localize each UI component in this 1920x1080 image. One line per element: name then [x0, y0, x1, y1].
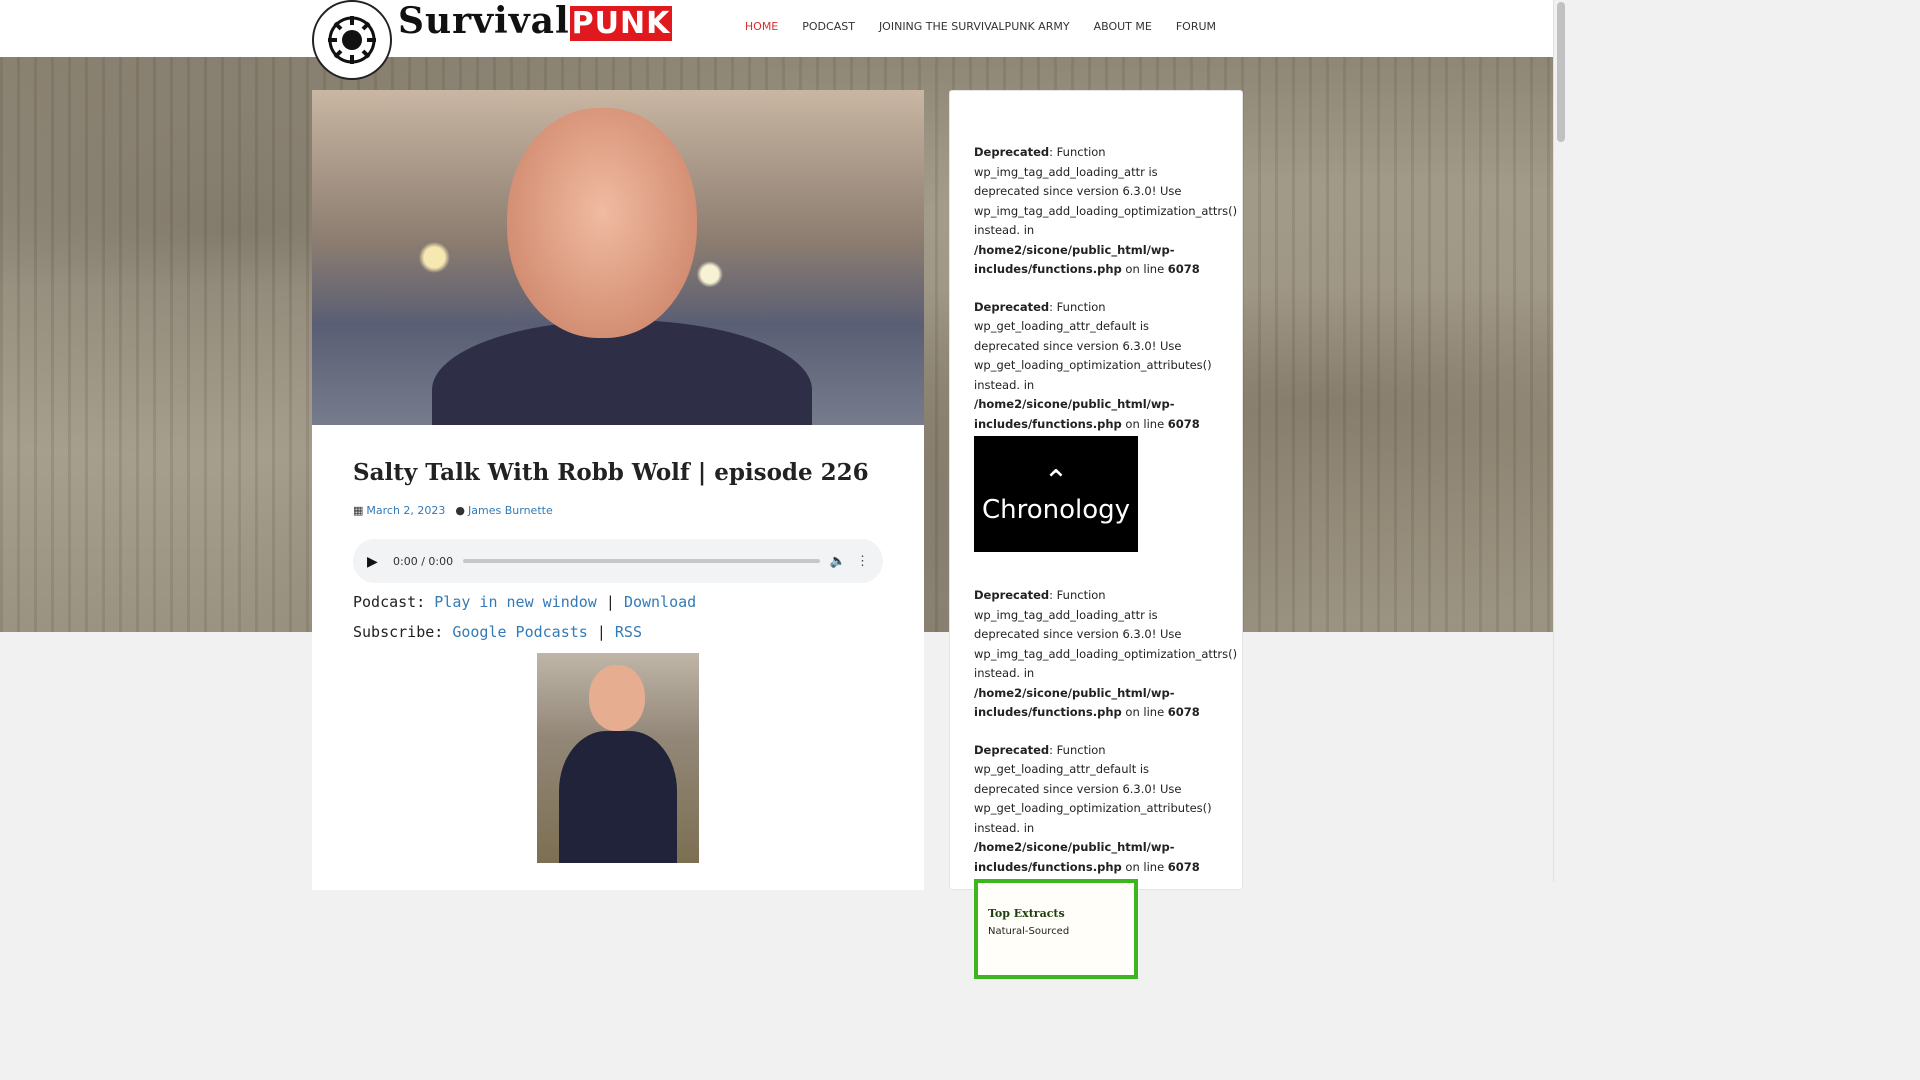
- notice-line: 6078: [1167, 705, 1200, 719]
- site-header: SurvivalPUNK HOME PODCAST JOINING THE SU…: [0, 0, 1554, 80]
- notice-online: on line: [1121, 262, 1168, 276]
- post-author[interactable]: ● James Burnette: [455, 504, 552, 517]
- podcast-links: Podcast: Play in new window | Download: [353, 593, 883, 611]
- featured-image[interactable]: [312, 90, 924, 425]
- sidebar: Deprecated: Function wp_img_tag_add_load…: [949, 90, 1243, 979]
- main-nav: HOME PODCAST JOINING THE SURVIVALPUNK AR…: [745, 20, 1216, 33]
- notice-label: Deprecated: [974, 145, 1050, 159]
- page-scrollbar[interactable]: [1553, 0, 1568, 882]
- logo-text-punk: PUNK: [569, 6, 673, 41]
- post-body: Salty Talk With Robb Wolf | episode 226 …: [312, 425, 924, 863]
- post-meta: ▦ March 2, 2023 ● James Burnette: [353, 504, 883, 517]
- notice-label: Deprecated: [974, 742, 1050, 757]
- deprecation-notice: Deprecated: Function wp_get_loading_attr…: [974, 741, 1218, 878]
- subscribe-links: Subscribe: Google Podcasts | RSS: [353, 623, 883, 641]
- play-icon[interactable]: ▶: [367, 553, 383, 570]
- podcast-label: Podcast:: [353, 593, 426, 611]
- logo-text-survival: Survival: [398, 0, 570, 42]
- nav-home[interactable]: HOME: [745, 20, 778, 33]
- audio-time: 0:00 / 0:00: [393, 554, 454, 568]
- audio-progress-track[interactable]: [463, 559, 820, 563]
- nav-forum[interactable]: FORUM: [1176, 20, 1216, 33]
- subscribe-label: Subscribe:: [353, 623, 444, 641]
- notice-online: on line: [1121, 859, 1168, 874]
- notice-line: 6078: [1167, 416, 1200, 431]
- podcast-separator: |: [605, 593, 615, 611]
- post-title[interactable]: Salty Talk With Robb Wolf | episode 226: [353, 459, 883, 486]
- scrollbar-thumb[interactable]: [1557, 2, 1565, 142]
- post-card: Salty Talk With Robb Wolf | episode 226 …: [312, 90, 924, 890]
- volume-icon[interactable]: 🔈: [830, 553, 846, 569]
- deprecation-notice: Deprecated: Function wp_get_loading_attr…: [974, 298, 1218, 435]
- google-podcasts-link[interactable]: Google Podcasts: [452, 623, 587, 641]
- deprecation-notice: Deprecated: Function wp_img_tag_add_load…: [974, 586, 1237, 723]
- inline-photo-body: [559, 731, 677, 863]
- site-logo[interactable]: SurvivalPUNK: [312, 0, 673, 80]
- more-options-icon[interactable]: ⋮: [856, 553, 869, 569]
- rss-link[interactable]: RSS: [615, 623, 642, 641]
- chronology-ad-text: Chronology: [981, 495, 1131, 525]
- post-date[interactable]: ▦ March 2, 2023: [353, 504, 445, 517]
- notice-online: on line: [1121, 705, 1168, 719]
- subscribe-separator: |: [596, 623, 606, 641]
- logo-emblem-icon: [312, 0, 392, 80]
- featured-image-face: [507, 108, 697, 338]
- inline-photo-head: [589, 665, 645, 731]
- chronology-ad[interactable]: ⌃ Chronology: [974, 436, 1138, 552]
- deprecation-notice: Deprecated: Function wp_img_tag_add_load…: [974, 143, 1237, 280]
- top-extracts-subtitle: Natural-Sourced: [988, 926, 1070, 937]
- notice-line: 6078: [1167, 859, 1200, 874]
- inline-guest-photo: [537, 653, 699, 863]
- chronology-logo-icon: ⌃: [1043, 465, 1069, 498]
- nav-joining-army[interactable]: JOINING THE SURVIVALPUNK ARMY: [879, 20, 1070, 33]
- post-date-text: March 2, 2023: [366, 504, 446, 517]
- notice-line: 6078: [1167, 262, 1200, 276]
- nav-podcast[interactable]: PODCAST: [802, 20, 855, 33]
- calendar-icon: ▦: [353, 504, 364, 517]
- notice-online: on line: [1121, 416, 1168, 431]
- logo-wordmark: SurvivalPUNK: [398, 0, 673, 42]
- top-extracts-brand: Top Extracts: [988, 907, 1065, 920]
- audio-player: ▶ 0:00 / 0:00 🔈 ⋮: [353, 539, 883, 583]
- nav-about-me[interactable]: ABOUT ME: [1094, 20, 1152, 33]
- post-author-text: James Burnette: [468, 504, 553, 517]
- play-new-window-link[interactable]: Play in new window: [434, 593, 597, 611]
- user-icon: ●: [455, 504, 466, 517]
- notice-label: Deprecated: [974, 588, 1050, 602]
- top-extracts-ad[interactable]: Top Extracts Natural-Sourced: [974, 879, 1138, 979]
- notice-label: Deprecated: [974, 299, 1050, 314]
- download-link[interactable]: Download: [624, 593, 696, 611]
